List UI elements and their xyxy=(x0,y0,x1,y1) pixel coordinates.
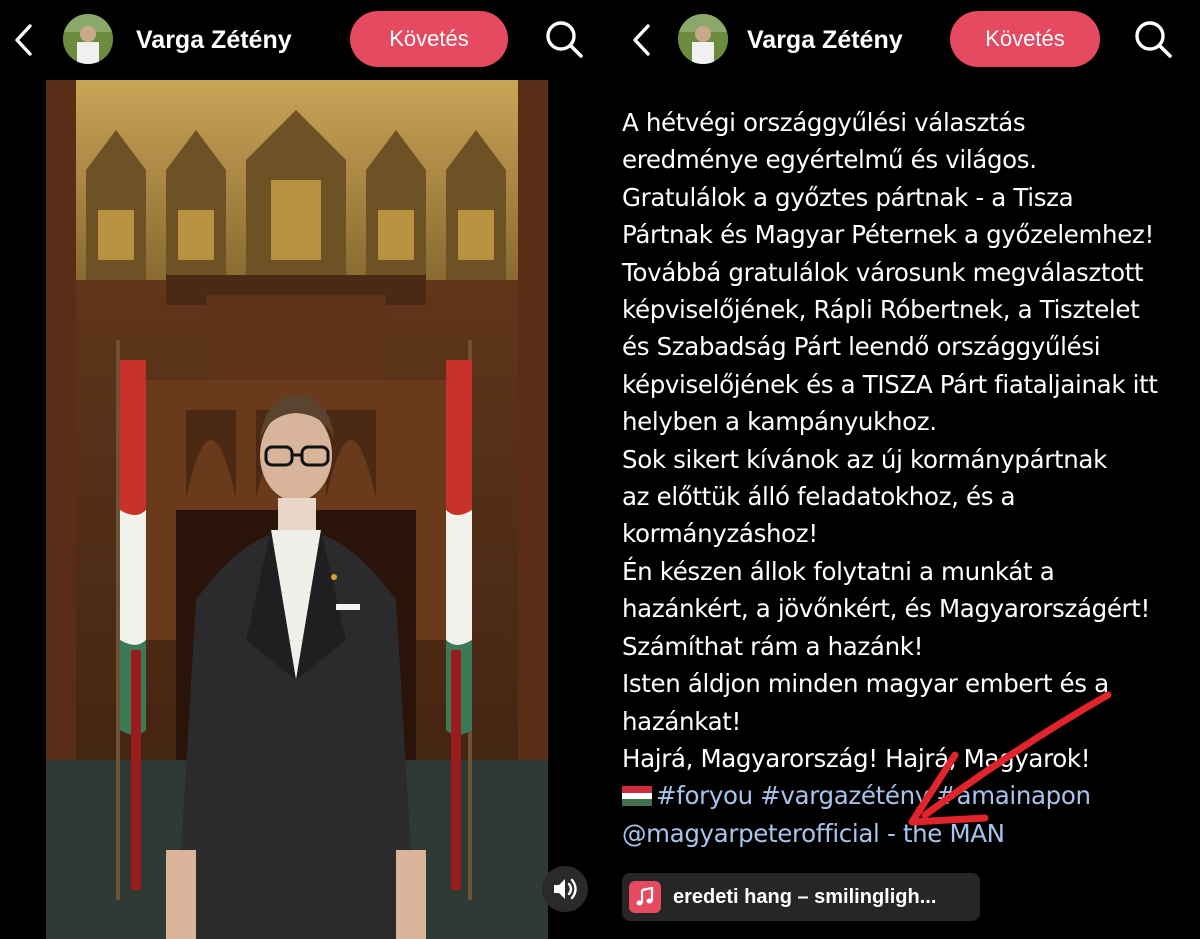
top-bar: Varga Zétény Követés xyxy=(600,0,1200,80)
video-panel: Varga Zétény Követés xyxy=(0,0,600,939)
hashtags-line: #foryou #vargazétény #amainapon xyxy=(622,777,1182,814)
hungary-flag-icon xyxy=(622,786,652,807)
caption-line: az előttük álló feladatokhoz, és a xyxy=(622,482,1016,512)
chevron-left-icon xyxy=(15,24,32,56)
avatar[interactable] xyxy=(63,14,113,64)
speaker-icon xyxy=(554,878,577,900)
music-note-icon xyxy=(629,881,661,913)
music-sound-chip[interactable]: eredeti hang – smilingligh... xyxy=(622,873,980,921)
caption-line: Én készen állok folytatni a munkát a xyxy=(622,556,1055,586)
caption-line: Pártnak és Magyar Péternek a győzelemhez… xyxy=(622,220,1154,250)
caption-line: képviselőjének, Rápli Róbertnek, a Tiszt… xyxy=(622,295,1140,325)
caption-line: kormányzáshoz! xyxy=(622,519,818,549)
search-button[interactable] xyxy=(543,18,585,60)
follow-button[interactable]: Követés xyxy=(950,11,1100,67)
caption-line: A hétvégi országgyűlési választás xyxy=(622,108,1026,137)
caption-panel: Varga Zétény Követés A hétvégi országgyű… xyxy=(600,0,1200,939)
caption-line: Továbbá gratulálok városunk megválasztot… xyxy=(622,257,1144,287)
music-label: eredeti hang – smilingligh... xyxy=(673,885,937,908)
follow-button[interactable]: Követés xyxy=(350,11,508,67)
sound-toggle-button[interactable] xyxy=(542,866,588,912)
caption-line: Hajrá, Magyarország! Hajrá, Magyarok! xyxy=(622,743,1091,773)
caption-line: Sok sikert kívánok az új kormánypártnak xyxy=(622,444,1107,474)
caption-line: Gratulálok a győztes pártnak - a Tisza xyxy=(622,182,1074,212)
search-icon xyxy=(546,21,583,58)
search-icon xyxy=(1135,21,1172,58)
caption-line: és Szabadság Párt leendő országgyűlési xyxy=(622,332,1101,362)
video-frame[interactable] xyxy=(46,80,548,939)
caption-line: helyben a kampányukhoz. xyxy=(622,407,937,437)
caption-line: eredménye egyértelmű és világos. xyxy=(622,145,1037,175)
hashtags[interactable]: #foryou #vargazétény #amainapon xyxy=(656,781,1091,810)
post-caption: A hétvégi országgyűlési választás eredmé… xyxy=(622,104,1182,852)
caption-line: hazánkat! xyxy=(622,706,741,736)
caption-line: Számíthat rám a hazánk! xyxy=(622,631,924,661)
back-button[interactable] xyxy=(10,22,40,58)
avatar[interactable] xyxy=(678,14,728,64)
mention-link[interactable]: @magyarpeterofficial - the MAN xyxy=(622,815,1182,852)
caption-line: Isten áldjon minden magyar embert és a xyxy=(622,669,1109,699)
caption-line: hazánkért, a jövőnkért, és Magyarországé… xyxy=(622,594,1150,624)
parliament-photo xyxy=(46,80,548,939)
username[interactable]: Varga Zétény xyxy=(136,26,292,55)
caption-line: képviselőjének és a TISZA Párt fiataljai… xyxy=(622,369,1158,399)
chevron-left-icon xyxy=(633,24,650,56)
search-button[interactable] xyxy=(1132,18,1174,60)
back-button[interactable] xyxy=(628,22,658,58)
top-bar: Varga Zétény Követés xyxy=(0,0,600,80)
username[interactable]: Varga Zétény xyxy=(747,26,903,55)
